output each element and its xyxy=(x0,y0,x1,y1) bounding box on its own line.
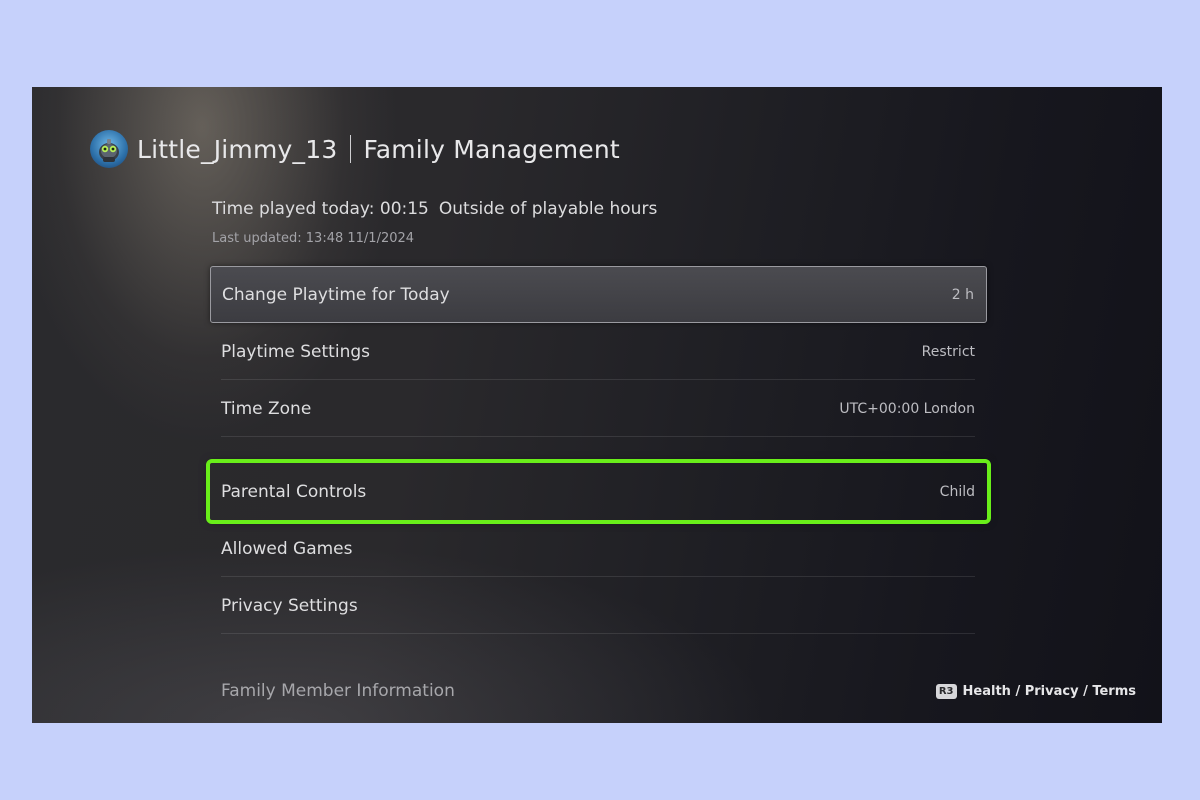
menu-item-label: Allowed Games xyxy=(221,538,353,559)
menu-item-value: Restrict xyxy=(921,343,975,360)
menu-item-label: Time Zone xyxy=(221,398,312,419)
health-privacy-terms-hint[interactable]: R3 Health / Privacy / Terms xyxy=(935,684,1136,699)
r3-button-icon: R3 xyxy=(935,684,957,699)
menu-item-value: UTC+00:00 London xyxy=(839,400,975,417)
menu-item-privacy-settings[interactable]: Privacy Settings xyxy=(210,577,987,634)
menu-item-value: Child xyxy=(939,483,975,500)
page-header: Little_Jimmy_13 Family Management xyxy=(90,129,620,169)
playable-state: Outside of playable hours xyxy=(438,199,658,219)
menu-item-value: 2 h xyxy=(951,286,974,303)
ps5-screen: Little_Jimmy_13 Family Management Time p… xyxy=(32,87,1162,723)
menu-item-parental-controls[interactable]: Parental Controls Child xyxy=(206,459,991,524)
menu-item-allowed-games[interactable]: Allowed Games xyxy=(210,520,987,577)
header-title: Little_Jimmy_13 Family Management xyxy=(137,135,620,164)
menu-item-label: Parental Controls xyxy=(221,481,367,502)
menu-item-family-member-information[interactable]: Family Member Information xyxy=(210,662,987,719)
time-played-today: Time played today: 00:15 xyxy=(212,199,429,219)
menu-item-label: Change Playtime for Today xyxy=(222,284,450,305)
time-played-status: Time played today: 00:15 Outside of playa… xyxy=(212,199,657,219)
settings-menu: Change Playtime for Today 2 h Playtime S… xyxy=(206,266,991,719)
page-title: Family Management xyxy=(363,134,620,164)
menu-item-label: Family Member Information xyxy=(221,680,455,701)
robot-avatar-icon xyxy=(90,130,128,168)
header-divider xyxy=(350,135,352,163)
last-updated: Last updated: 13:48 11/1/2024 xyxy=(212,231,415,246)
menu-item-change-playtime[interactable]: Change Playtime for Today 2 h xyxy=(210,266,987,323)
menu-item-time-zone[interactable]: Time Zone UTC+00:00 London xyxy=(210,380,987,437)
menu-item-label: Privacy Settings xyxy=(221,595,358,616)
username: Little_Jimmy_13 xyxy=(137,134,338,164)
footer-hint-label: Health / Privacy / Terms xyxy=(962,684,1136,699)
menu-item-label: Playtime Settings xyxy=(221,341,370,362)
menu-item-playtime-settings[interactable]: Playtime Settings Restrict xyxy=(210,323,987,380)
